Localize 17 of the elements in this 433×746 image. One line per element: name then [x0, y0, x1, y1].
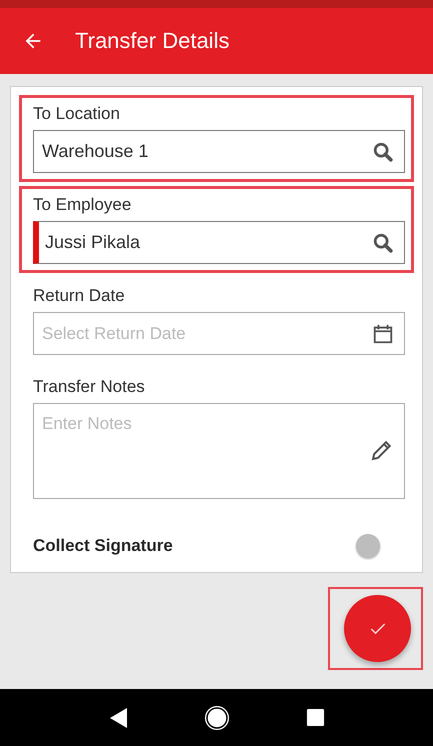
field-label: To Employee [33, 195, 132, 215]
back-icon[interactable] [108, 706, 128, 730]
field-label: Return Date [33, 286, 126, 306]
field-label: To Location [33, 104, 121, 124]
signature-toggle[interactable] [356, 534, 380, 558]
home-icon[interactable] [202, 704, 231, 732]
field-label: Transfer Notes [33, 377, 146, 397]
signature-label: Collect Signature [33, 536, 173, 556]
recents-icon[interactable] [306, 708, 326, 727]
search-icon[interactable] [372, 232, 394, 254]
screen-title: Transfer Details [75, 28, 230, 54]
search-field[interactable]: Jussi Pikala [33, 221, 405, 264]
pencil-icon[interactable] [370, 438, 394, 462]
search-field[interactable]: Warehouse 1 [33, 130, 405, 173]
search-icon[interactable] [372, 140, 394, 162]
calendar-icon[interactable] [372, 322, 394, 344]
confirm-button[interactable] [344, 595, 411, 662]
